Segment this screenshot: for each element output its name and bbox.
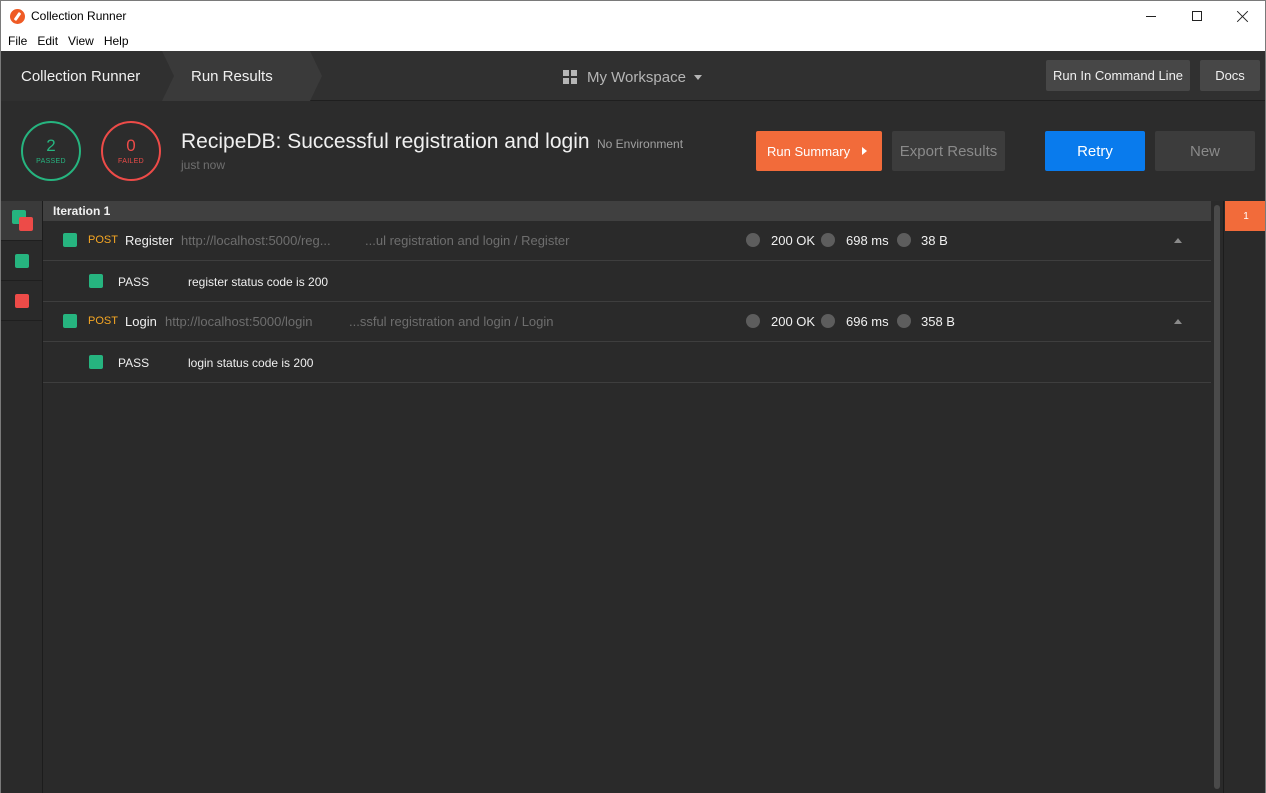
status-dot-icon xyxy=(746,233,760,247)
iteration-column: 1 xyxy=(1223,201,1266,793)
response-size: 358 B xyxy=(921,314,955,329)
window-title: Collection Runner xyxy=(31,9,127,23)
minimize-icon xyxy=(1146,15,1156,17)
request-path: ...ssful registration and login / Login xyxy=(349,314,554,329)
play-arrow-icon xyxy=(862,147,867,155)
failed-counter: 0 FAILED xyxy=(101,121,161,181)
response-status: 200 OK xyxy=(771,314,816,329)
run-summary-button[interactable]: Run Summary xyxy=(756,131,882,171)
environment-label: No Environment xyxy=(597,137,684,151)
collapse-caret-icon[interactable] xyxy=(1174,238,1182,243)
pass-square-icon xyxy=(63,233,77,247)
window-titlebar: Collection Runner xyxy=(0,0,1266,31)
request-url: http://localhost:5000/login xyxy=(165,314,313,329)
passed-label: PASSED xyxy=(36,158,66,165)
pass-square-icon xyxy=(89,274,103,288)
maximize-button[interactable] xyxy=(1174,1,1220,31)
request-path: ...ul registration and login / Register xyxy=(365,233,570,248)
menu-bar: File Edit View Help xyxy=(0,31,1266,51)
test-result: PASS xyxy=(118,356,150,370)
run-summary-header: 2 PASSED 0 FAILED RecipeDB: Successful r… xyxy=(0,101,1266,201)
test-name: register status code is 200 xyxy=(188,275,329,289)
request-name: Login xyxy=(125,314,157,329)
run-timestamp: just now xyxy=(181,158,226,172)
run-summary-label: Run Summary xyxy=(767,143,851,159)
breadcrumb-run-results[interactable]: Run Results xyxy=(162,51,322,101)
retry-button[interactable]: Retry xyxy=(1045,131,1145,171)
workspace-selector[interactable]: My Workspace xyxy=(563,66,702,88)
postman-logo-icon xyxy=(10,9,25,24)
size-dot-icon xyxy=(897,314,911,328)
docs-button[interactable]: Docs xyxy=(1200,60,1260,91)
request-method: POST xyxy=(88,315,118,327)
request-row-login[interactable]: POST Login http://localhost:5000/login .… xyxy=(43,302,1211,342)
test-row-register: PASS register status code is 200 xyxy=(43,261,1211,302)
pass-square-icon xyxy=(89,355,103,369)
time-dot-icon xyxy=(821,233,835,247)
menu-file[interactable]: File xyxy=(8,34,27,48)
run-title: RecipeDB: Successful registration and lo… xyxy=(181,130,590,153)
test-result: PASS xyxy=(118,275,150,289)
chevron-down-icon xyxy=(693,74,702,80)
result-filter-column xyxy=(0,201,43,793)
close-button[interactable] xyxy=(1220,1,1266,31)
passed-count: 2 xyxy=(46,136,56,155)
workspace-label: My Workspace xyxy=(587,68,686,86)
menu-help[interactable]: Help xyxy=(104,34,129,48)
run-in-command-line-button[interactable]: Run In Command Line xyxy=(1046,60,1190,91)
test-row-login: PASS login status code is 200 xyxy=(43,342,1211,383)
fail-square-icon xyxy=(15,294,29,308)
request-method: POST xyxy=(88,234,118,246)
window-border-left xyxy=(0,31,1,793)
filter-failed[interactable] xyxy=(0,281,42,321)
new-button[interactable]: New xyxy=(1155,131,1255,171)
response-status: 200 OK xyxy=(771,233,816,248)
export-results-button[interactable]: Export Results xyxy=(892,131,1005,171)
pass-square-icon xyxy=(15,254,29,268)
time-dot-icon xyxy=(821,314,835,328)
results-list: Iteration 1 POST Register http://localho… xyxy=(43,201,1211,793)
top-nav: Collection Runner Run Results My Workspa… xyxy=(0,51,1266,101)
filter-all[interactable] xyxy=(0,201,42,241)
request-row-register[interactable]: POST Register http://localhost:5000/reg.… xyxy=(43,221,1211,261)
test-name: login status code is 200 xyxy=(188,356,314,370)
failed-label: FAILED xyxy=(118,158,144,165)
close-icon xyxy=(1237,10,1249,22)
iteration-header: Iteration 1 xyxy=(43,201,1211,221)
maximize-icon xyxy=(1192,11,1202,21)
pass-square-icon xyxy=(63,314,77,328)
response-size: 38 B xyxy=(921,233,948,248)
response-time: 696 ms xyxy=(846,314,889,329)
fail-square-icon xyxy=(19,217,33,231)
menu-view[interactable]: View xyxy=(68,34,94,48)
collapse-caret-icon[interactable] xyxy=(1174,319,1182,324)
results-scrollbar[interactable] xyxy=(1211,201,1223,793)
size-dot-icon xyxy=(897,233,911,247)
passed-counter: 2 PASSED xyxy=(21,121,81,181)
failed-count: 0 xyxy=(126,136,136,155)
minimize-button[interactable] xyxy=(1128,1,1174,31)
request-name: Register xyxy=(125,233,174,248)
iteration-chip[interactable]: 1 xyxy=(1225,201,1266,231)
request-url: http://localhost:5000/reg... xyxy=(181,233,331,248)
scrollbar-thumb[interactable] xyxy=(1214,205,1220,789)
response-time: 698 ms xyxy=(846,233,889,248)
menu-edit[interactable]: Edit xyxy=(37,34,58,48)
workspace-grid-icon xyxy=(563,70,577,84)
breadcrumb-collection-runner[interactable]: Collection Runner xyxy=(0,51,162,101)
status-dot-icon xyxy=(746,314,760,328)
app-area: Collection Runner Run Results My Workspa… xyxy=(0,51,1266,793)
filter-passed[interactable] xyxy=(0,241,42,281)
